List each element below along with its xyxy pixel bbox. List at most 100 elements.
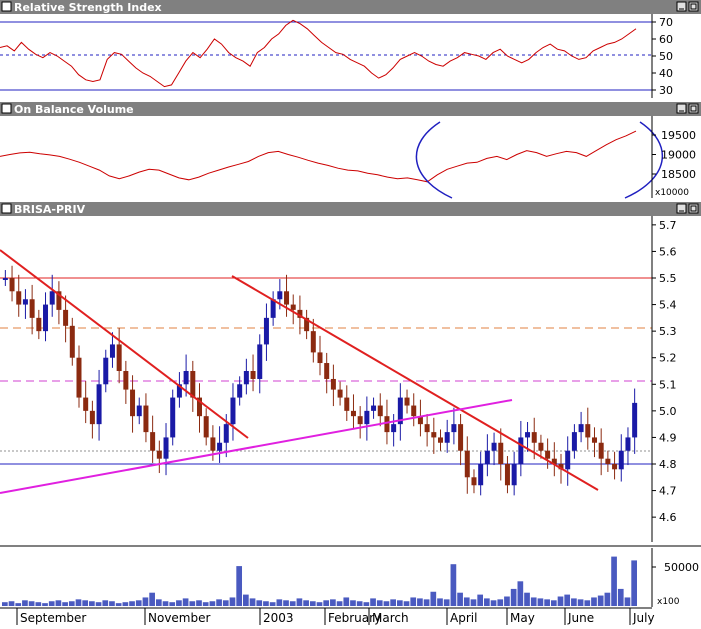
price-minimize-button[interactable]: [676, 203, 687, 214]
volume-bar: [617, 588, 624, 606]
price-bar-body: [263, 317, 269, 345]
volume-y-axis: 50000 x100: [652, 561, 699, 607]
rsi-tick-label: 70: [659, 16, 673, 29]
volume-bar: [115, 603, 122, 606]
price-bar-body: [464, 450, 470, 478]
price-bar-body: [458, 424, 464, 451]
rsi-panel-icon: [1, 1, 12, 12]
month-label: September: [20, 611, 86, 625]
obv-maximize-button[interactable]: [688, 103, 699, 114]
price-bar-body: [49, 291, 55, 305]
volume-bar: [296, 598, 303, 606]
price-bar-body: [478, 464, 484, 486]
price-bar-body: [377, 405, 383, 417]
volume-bar: [370, 598, 376, 606]
volume-bar: [55, 600, 62, 606]
volume-bar: [584, 600, 591, 606]
volume-bar: [323, 600, 330, 606]
month-label: November: [148, 611, 210, 625]
price-plot-area: [0, 216, 652, 542]
volume-bar: [196, 600, 202, 606]
volume-bar: [376, 600, 383, 606]
price-bar-body: [491, 442, 497, 451]
obv-tick-label: 19000: [661, 149, 696, 162]
volume-bar: [42, 603, 48, 606]
price-bar-body: [585, 424, 591, 438]
price-bar-body: [538, 442, 544, 451]
volume-tick-label: 50000: [664, 561, 699, 574]
price-bar-body: [310, 331, 316, 353]
volume-bar: [256, 600, 263, 606]
price-bar-body: [183, 371, 189, 385]
volume-bar: [504, 596, 510, 606]
price-bar-body: [2, 278, 8, 280]
volume-bar: [169, 602, 176, 606]
price-bar-body: [243, 371, 249, 385]
price-bar-body: [116, 344, 122, 371]
price-bar-body: [150, 432, 156, 451]
obv-tick-label: 19500: [661, 129, 696, 142]
price-bar-body: [571, 432, 577, 451]
volume-bar: [149, 592, 155, 606]
price-bar-body: [344, 397, 350, 411]
price-bar-body: [605, 458, 611, 464]
volume-bar: [62, 602, 68, 606]
volume-bar: [236, 566, 243, 606]
volume-bar: [263, 601, 269, 606]
price-y-axis: 5.7 5.6 5.5 5.4 5.3 5.2 5.1 5.0 4.9 4.8 4.7 4.6: [652, 219, 677, 524]
price-bar-body: [364, 410, 370, 425]
volume-bar: [417, 598, 423, 606]
price-bar-body: [210, 437, 216, 451]
volume-bar: [129, 601, 135, 606]
volume-bar: [624, 597, 631, 606]
obv-unit-label: x10000: [655, 188, 689, 198]
price-tick-label: 5.3: [659, 325, 677, 338]
rsi-minimize-button[interactable]: [676, 1, 687, 12]
price-maximize-button[interactable]: [688, 203, 699, 214]
price-bar-body: [9, 278, 15, 292]
price-tick-label: 5.2: [659, 352, 677, 365]
volume-bar: [142, 597, 149, 606]
volume-bar: [68, 601, 75, 606]
obv-minimize-button[interactable]: [676, 103, 687, 114]
volume-bar: [289, 601, 296, 606]
price-tick-label: 5.7: [659, 219, 677, 232]
price-bar-body: [525, 432, 531, 438]
rsi-panel: Relative Strength Index 70 60 50 40 30: [0, 0, 701, 98]
volume-panel: 50000 x100: [0, 545, 701, 607]
price-bar-body: [163, 437, 169, 459]
price-bar-body: [498, 442, 504, 464]
price-bar-body: [230, 397, 236, 425]
price-tick-label: 4.9: [659, 431, 677, 444]
volume-bar: [269, 602, 276, 606]
volume-unit-label: x100: [657, 597, 680, 607]
price-bar-body: [431, 432, 437, 438]
volume-bar: [497, 599, 504, 606]
price-bar-body: [63, 309, 69, 326]
volume-bar: [490, 600, 497, 606]
obv-panel-icon: [1, 103, 12, 114]
price-bar-body: [170, 397, 176, 438]
price-bar-body: [444, 432, 450, 443]
volume-bar: [35, 602, 42, 606]
price-tick-label: 4.7: [659, 485, 677, 498]
price-bar-body: [578, 424, 584, 433]
month-label: 2003: [263, 611, 294, 625]
volume-bar: [557, 596, 564, 606]
price-bar-body: [391, 424, 397, 433]
volume-bar: [216, 599, 222, 606]
price-bar-body: [76, 357, 82, 398]
volume-bar: [182, 598, 189, 606]
price-bar-body: [484, 450, 490, 464]
volume-bar: [283, 600, 289, 606]
volume-bar: [571, 598, 577, 606]
price-bar-body: [612, 464, 618, 470]
volume-bar: [530, 597, 537, 606]
rsi-maximize-button[interactable]: [688, 1, 699, 12]
volume-bar: [2, 602, 8, 606]
price-bar-body: [103, 357, 109, 385]
price-bar-body: [237, 384, 243, 398]
volume-bar: [611, 556, 617, 606]
volume-bar: [48, 601, 55, 606]
volume-bar: [591, 597, 597, 606]
